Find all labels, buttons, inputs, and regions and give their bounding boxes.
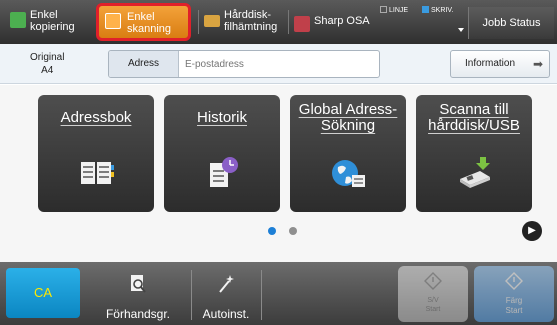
tab-simple-copy[interactable]: Enkel kopiering — [6, 6, 92, 38]
tab-sharp-osa[interactable]: Sharp OSA — [290, 6, 370, 38]
divider — [198, 10, 199, 34]
address-label: Adress — [109, 51, 179, 77]
globe-icon — [332, 160, 365, 187]
preview-button[interactable]: Förhandsgr. — [88, 268, 188, 325]
copy-icon — [10, 12, 26, 28]
preview-label: Förhandsgr. — [105, 307, 171, 321]
tile-address-book[interactable]: Adressbok — [38, 95, 154, 212]
folder-icon — [204, 15, 220, 27]
line-status-icon — [380, 6, 387, 13]
auto-settings-label: Autoinst. — [202, 307, 250, 321]
tile-history-label: Historik — [196, 109, 247, 126]
tile-history[interactable]: Historik — [164, 95, 280, 212]
job-status-button[interactable]: Jobb Status — [468, 7, 554, 39]
address-book-icon — [81, 162, 114, 184]
original-setting[interactable]: Original A4 — [30, 51, 64, 77]
information-label: Information — [465, 58, 516, 69]
information-button[interactable]: Information ➡ — [450, 50, 550, 78]
tile-scan-to-hdd-usb-label: Scanna till hårddisk/USB — [428, 101, 520, 134]
clear-all-button[interactable]: CA — [6, 268, 80, 318]
scan-icon — [105, 13, 121, 29]
tile-global-address-search-label: Global Adress- Sökning — [298, 101, 398, 134]
magic-wand-icon — [219, 275, 234, 293]
auto-settings-button[interactable]: Autoinst. — [193, 268, 259, 325]
next-page-button[interactable]: ▶ — [522, 221, 542, 241]
tile-address-book-label: Adressbok — [60, 109, 132, 126]
pager-dot-active[interactable] — [268, 227, 276, 235]
divider — [288, 10, 289, 34]
start-icon — [424, 272, 442, 290]
email-input[interactable] — [181, 51, 377, 77]
settings-area: Original A4 Adress Information ➡ — [0, 44, 557, 84]
tab-sharp-osa-label: Sharp OSA — [314, 15, 370, 27]
top-bar: Enkel kopiering Enkel skanning Hårddisk-… — [0, 0, 557, 44]
preview-icon — [131, 275, 146, 293]
bw-start-button[interactable]: S/V Start — [398, 266, 468, 322]
tab-hdd-retrieval[interactable]: Hårddisk- filhämtning — [200, 6, 286, 38]
original-label: Original — [30, 52, 65, 63]
tab-simple-scan[interactable]: Enkel skanning — [96, 3, 191, 41]
write-status-icon — [422, 6, 429, 13]
pager-dot[interactable] — [289, 227, 297, 235]
tile-global-address-search[interactable]: Global Adress- Sökning — [290, 95, 406, 212]
line-indicator: LINJE — [380, 6, 408, 14]
arrow-right-icon: ➡ — [532, 57, 543, 71]
start-icon — [505, 272, 523, 290]
bw-start-label: S/V Start — [425, 297, 441, 313]
divider — [261, 270, 262, 320]
color-start-label: Färg Start — [505, 296, 523, 315]
tab-hdd-retrieval-label: Hårddisk- filhämtning — [224, 9, 278, 33]
history-icon — [210, 157, 238, 187]
hdd-usb-icon — [460, 157, 490, 188]
status-expand-icon[interactable] — [458, 28, 464, 32]
osa-icon — [294, 16, 310, 32]
write-indicator: SKRIV. — [422, 6, 453, 14]
tab-simple-copy-label: Enkel kopiering — [30, 9, 75, 33]
address-field[interactable]: Adress — [108, 50, 380, 78]
color-start-button[interactable]: Färg Start — [474, 266, 554, 322]
tile-scan-to-hdd-usb[interactable]: Scanna till hårddisk/USB — [416, 95, 532, 212]
divider — [191, 270, 192, 320]
tab-simple-scan-label: Enkel skanning — [127, 11, 172, 35]
main-area: Adressbok Historik Global Adress- Söknin… — [0, 85, 557, 262]
original-size: A4 — [41, 65, 54, 76]
